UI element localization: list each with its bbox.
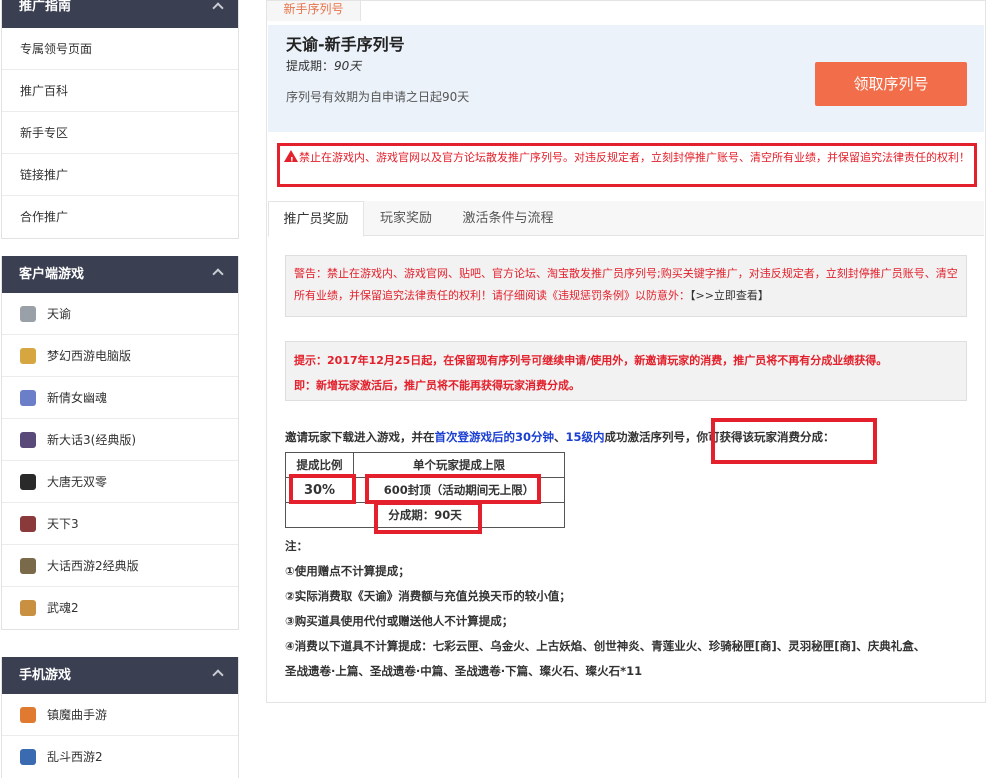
period-value: 90天: [334, 59, 362, 73]
notes-title: 注：: [285, 539, 308, 553]
sidebar-game-item[interactable]: 乱斗西游2: [2, 736, 238, 778]
tab-bar: 推广员奖励 玩家奖励 激活条件与流程: [268, 201, 984, 237]
note-item: 圣战遗卷·上篇、圣战遗卷·中篇、圣战遗卷·下篇、璨火石、璨火石*11: [285, 664, 643, 678]
game-icon: [20, 306, 36, 322]
tab-activation-rules[interactable]: 激活条件与流程: [448, 201, 568, 236]
game-label: 新大话3(经典版): [47, 433, 136, 447]
warning-text: 警告：禁止在游戏内、游戏官网、贴吧、官方论坛、淘宝散发推广员序列号;购买关键字推…: [294, 267, 958, 302]
serial-hero: 天谕-新手序列号 提成期：90天 序列号有效期为自申请之日起90天 领取序列号: [268, 25, 984, 132]
sidebar-section-header[interactable]: 推广指南: [2, 0, 238, 28]
invite-mid: 成功激活序列号，: [604, 430, 697, 444]
invite-prefix: 邀请玩家下载进入游戏，并在: [285, 430, 435, 444]
sidebar-game-item[interactable]: 镇魔曲手游: [2, 694, 238, 736]
sidebar-game-item[interactable]: 梦幻西游电脑版: [2, 335, 238, 377]
section-title: 客户端游戏: [19, 267, 85, 282]
game-icon: [20, 600, 36, 616]
note-item: ②实际消费取《天谕》消费额与充值兑换天币的较小值；: [285, 589, 571, 603]
sidebar-item[interactable]: 推广百科: [2, 70, 238, 112]
game-icon: [20, 390, 36, 406]
tab-promoter-reward[interactable]: 推广员奖励: [268, 201, 364, 237]
sidebar-game-item[interactable]: 大话西游2经典版: [2, 545, 238, 587]
tip-line: 提示：2017年12月25日起，在保留现有序列号可继续申请/使用外，新邀请玩家的…: [294, 354, 888, 367]
note-item: ④消费以下道具不计算提成：七彩云匣、乌金火、上古妖焰、创世神炎、青莲业火、珍骑秘…: [285, 639, 926, 653]
highlight-box: [365, 474, 541, 504]
game-label: 大唐无双零: [47, 475, 108, 489]
invite-condition: 首次登游戏后的30分钟: [434, 430, 555, 444]
tip-box: 提示：2017年12月25日起，在保留现有序列号可继续申请/使用外，新邀请玩家的…: [285, 341, 967, 401]
game-label: 镇魔曲手游: [47, 708, 108, 722]
page-title: 天谕-新手序列号: [286, 35, 405, 54]
sidebar-item[interactable]: 专属领号页面: [2, 28, 238, 70]
invite-condition: 15级内: [565, 430, 605, 444]
sidebar-section-promo-guide: 推广指南 专属领号页面 推广百科 新手专区 链接推广 合作推广: [1, 0, 239, 239]
section-title: 推广指南: [19, 0, 72, 14]
validity-text: 序列号有效期为自申请之日起90天: [286, 90, 470, 104]
chevron-up-icon[interactable]: [212, 2, 224, 14]
game-icon: [20, 749, 36, 765]
game-label: 天谕: [47, 307, 72, 321]
note-item: ③购买道具使用代付或赠送他人不计算提成；: [285, 614, 514, 628]
sidebar-item[interactable]: 合作推广: [2, 196, 238, 238]
sidebar-section-client-games: 客户端游戏 天谕 梦幻西游电脑版 新倩女幽魂 新大话3(经典版) 大唐无双零 天…: [1, 256, 239, 630]
game-icon: [20, 432, 36, 448]
commission-period: 提成期：90天: [286, 57, 361, 74]
invite-separator: 、: [554, 430, 566, 444]
game-label: 大话西游2经典版: [47, 559, 139, 573]
claim-serial-button[interactable]: 领取序列号: [815, 62, 967, 106]
sidebar-game-item[interactable]: 新倩女幽魂: [2, 377, 238, 419]
ban-notice-text: 禁止在游戏内、游戏官网以及官方论坛散发推广序列号。对违反规定者，立刻封停推广账号…: [299, 151, 970, 164]
main-panel: 新手序列号 天谕-新手序列号 提成期：90天 序列号有效期为自申请之日起90天 …: [266, 0, 986, 703]
game-label: 新倩女幽魂: [47, 391, 108, 405]
chevron-up-icon[interactable]: [212, 268, 224, 280]
tab-newbie-serial[interactable]: 新手序列号: [267, 1, 361, 21]
sidebar-game-item[interactable]: 大唐无双零: [2, 461, 238, 503]
sidebar-section-header[interactable]: 手机游戏: [2, 657, 238, 694]
sidebar-game-item[interactable]: 天谕: [2, 293, 238, 335]
sidebar-game-item[interactable]: 武魂2: [2, 587, 238, 629]
game-label: 武魂2: [47, 601, 79, 615]
period-label: 提成期：: [286, 59, 335, 73]
warning-box: 警告：禁止在游戏内、游戏官网、贴吧、官方论坛、淘宝散发推广员序列号;购买关键字推…: [285, 255, 967, 317]
game-icon: [20, 707, 36, 723]
section-title: 手机游戏: [19, 668, 72, 683]
sidebar-section-mobile-games: 手机游戏 镇魔曲手游 乱斗西游2: [1, 657, 239, 778]
game-label: 天下3: [47, 517, 79, 531]
game-label: 梦幻西游电脑版: [47, 349, 132, 363]
warning-icon: !: [284, 150, 298, 165]
note-item: ①使用赠点不计算提成；: [285, 564, 410, 578]
game-icon: [20, 348, 36, 364]
highlight-box: [711, 418, 877, 464]
sidebar-game-item[interactable]: 天下3: [2, 503, 238, 545]
game-label: 乱斗西游2: [47, 750, 103, 764]
sidebar-section-header[interactable]: 客户端游戏: [2, 256, 238, 293]
tab-player-reward[interactable]: 玩家奖励: [364, 201, 448, 236]
sidebar-game-item[interactable]: 新大话3(经典版): [2, 419, 238, 461]
sidebar-item[interactable]: 链接推广: [2, 154, 238, 196]
highlight-box: [374, 501, 482, 534]
ban-notice: ! 禁止在游戏内、游戏官网以及官方论坛散发推广序列号。对违反规定者，立刻封停推广账…: [277, 143, 977, 187]
highlight-box: [289, 474, 356, 504]
chevron-up-icon[interactable]: [212, 669, 224, 681]
tip-line: 即：新增玩家激活后，推广员将不能再获得玩家消费分成。: [294, 379, 580, 392]
game-icon: [20, 474, 36, 490]
game-icon: [20, 516, 36, 532]
view-now-link[interactable]: 【>>立即查看】: [690, 289, 769, 302]
game-icon: [20, 558, 36, 574]
notes: 注： ①使用赠点不计算提成； ②实际消费取《天谕》消费额与充值兑换天币的较小值；…: [285, 534, 975, 684]
sidebar-item[interactable]: 新手专区: [2, 112, 238, 154]
